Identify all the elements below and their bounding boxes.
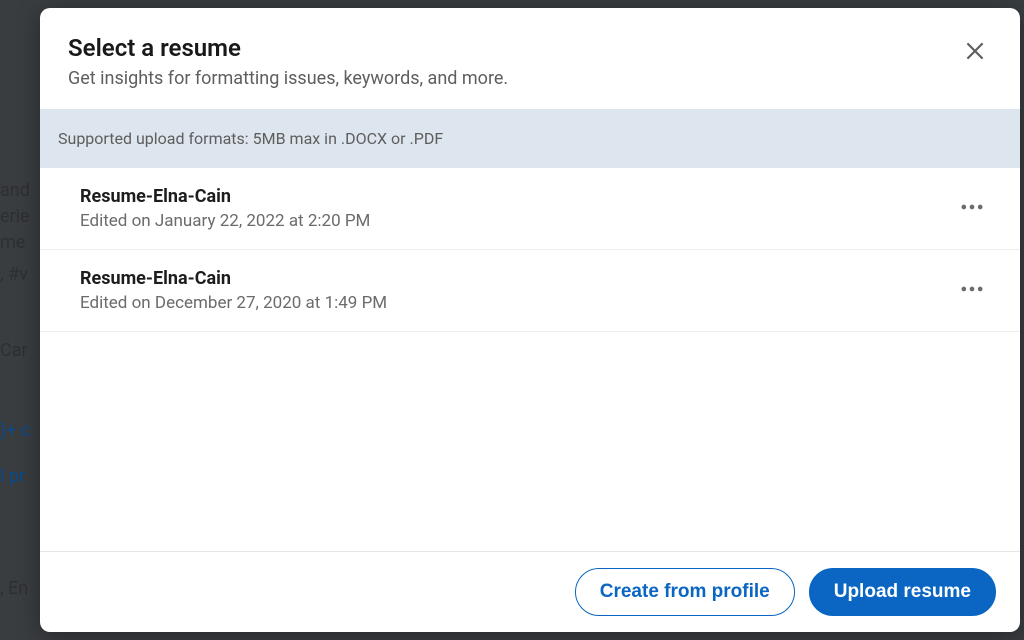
resume-name: Resume-Elna-Cain [80, 268, 387, 289]
resume-meta: Resume-Elna-Cain Edited on December 27, … [80, 268, 387, 313]
create-from-profile-button[interactable]: Create from profile [575, 568, 795, 616]
resume-item[interactable]: Resume-Elna-Cain Edited on December 27, … [40, 250, 1020, 332]
modal-header: Select a resume Get insights for formatt… [40, 8, 1020, 109]
modal-footer: Create from profile Upload resume [40, 551, 1020, 632]
modal-titles: Select a resume Get insights for formatt… [68, 34, 508, 89]
more-horizontal-icon [958, 193, 986, 221]
format-info-text: Supported upload formats: 5MB max in .DO… [58, 129, 443, 148]
modal-backdrop: and erie me , #v Car )+ c l pr , En Sele… [0, 0, 1024, 640]
modal-title: Select a resume [68, 34, 508, 62]
resume-meta: Resume-Elna-Cain Edited on January 22, 2… [80, 186, 370, 231]
more-horizontal-icon [958, 275, 986, 303]
close-icon [962, 38, 988, 64]
resume-edited: Edited on January 22, 2022 at 2:20 PM [80, 211, 370, 231]
modal-subtitle: Get insights for formatting issues, keyw… [68, 68, 508, 89]
upload-resume-button[interactable]: Upload resume [809, 568, 996, 616]
resume-more-button[interactable] [952, 187, 992, 230]
format-info-banner: Supported upload formats: 5MB max in .DO… [40, 109, 1020, 168]
resume-edited: Edited on December 27, 2020 at 1:49 PM [80, 293, 387, 313]
select-resume-modal: Select a resume Get insights for formatt… [40, 8, 1020, 632]
resume-more-button[interactable] [952, 269, 992, 312]
close-button[interactable] [958, 34, 992, 71]
resume-list: Resume-Elna-Cain Edited on January 22, 2… [40, 168, 1020, 551]
resume-name: Resume-Elna-Cain [80, 186, 370, 207]
resume-item[interactable]: Resume-Elna-Cain Edited on January 22, 2… [40, 168, 1020, 250]
